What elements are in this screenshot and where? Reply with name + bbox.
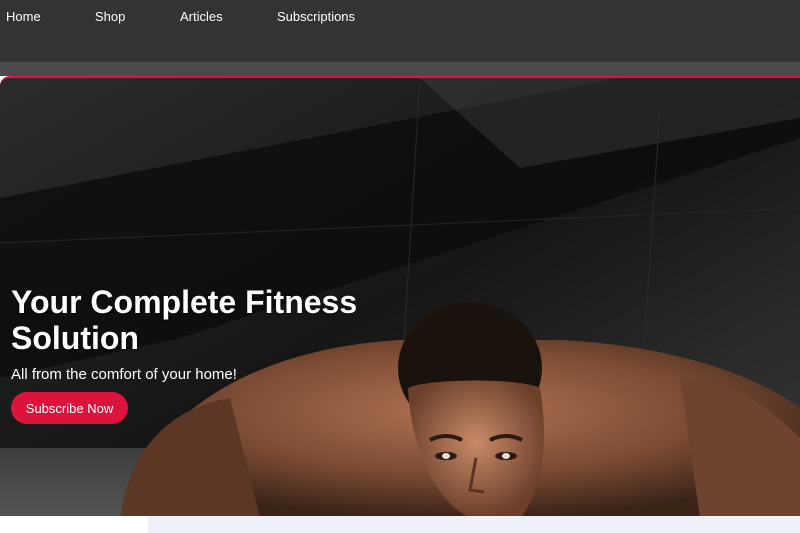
- nav-shop-link[interactable]: Shop: [95, 9, 125, 24]
- top-navigation: Home Shop Articles Subscriptions: [0, 0, 800, 62]
- nav-divider-strip: [0, 62, 800, 76]
- nav-subscriptions-link[interactable]: Subscriptions: [277, 9, 355, 24]
- nav-home-link[interactable]: Home: [6, 9, 41, 24]
- nav-articles-link[interactable]: Articles: [180, 9, 223, 24]
- hero-banner: Your Complete Fitness Solution All from …: [0, 76, 800, 516]
- subscribe-now-button[interactable]: Subscribe Now: [11, 392, 128, 424]
- hero-title: Your Complete Fitness Solution: [11, 284, 358, 356]
- footer-right-panel: [148, 516, 800, 533]
- footer-left-panel: [0, 516, 148, 533]
- hero-subtitle: All from the comfort of your home!: [11, 366, 237, 383]
